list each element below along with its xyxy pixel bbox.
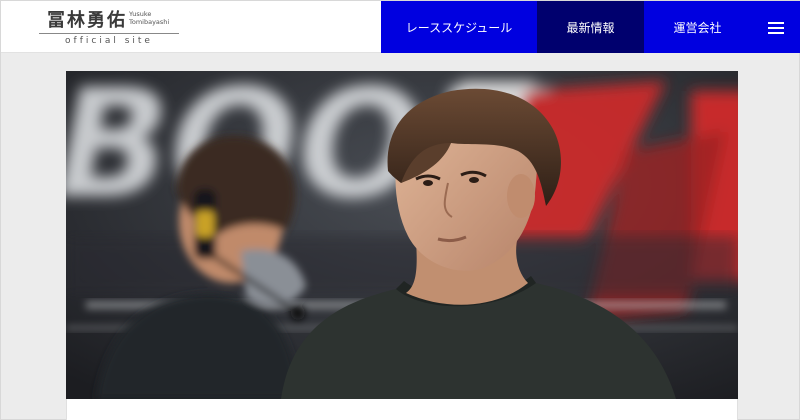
hamburger-menu-icon	[768, 21, 784, 34]
content-card-top	[66, 399, 738, 420]
menu-button[interactable]	[751, 1, 800, 53]
logo-romaji-last: Tomibayashi	[129, 18, 170, 26]
nav-item-label: 最新情報	[566, 20, 615, 35]
nav-item-company[interactable]: 運営会社	[644, 1, 751, 53]
logo-subtitle: official site	[65, 36, 153, 46]
logo-divider	[39, 33, 179, 34]
logo-romaji-first: Yusuke	[129, 10, 152, 18]
logo-name: 冨林勇佑	[47, 10, 127, 31]
site-logo[interactable]: 冨林勇佑 Yusuke Tomibayashi official site	[39, 6, 179, 48]
nav-item-race-schedule[interactable]: レーススケジュール	[381, 1, 537, 53]
logo-romaji: Yusuke Tomibayashi	[129, 10, 189, 26]
hero-image: BOOK	[66, 71, 738, 399]
main-nav: レーススケジュール 最新情報 運営会社	[381, 1, 800, 53]
nav-item-label: レーススケジュール	[405, 20, 513, 35]
site-header: 冨林勇佑 Yusuke Tomibayashi official site レー…	[1, 1, 800, 53]
nav-item-latest-news[interactable]: 最新情報	[537, 1, 644, 53]
hero-photo-illustration: BOOK	[66, 71, 738, 399]
nav-item-label: 運営会社	[673, 20, 722, 35]
